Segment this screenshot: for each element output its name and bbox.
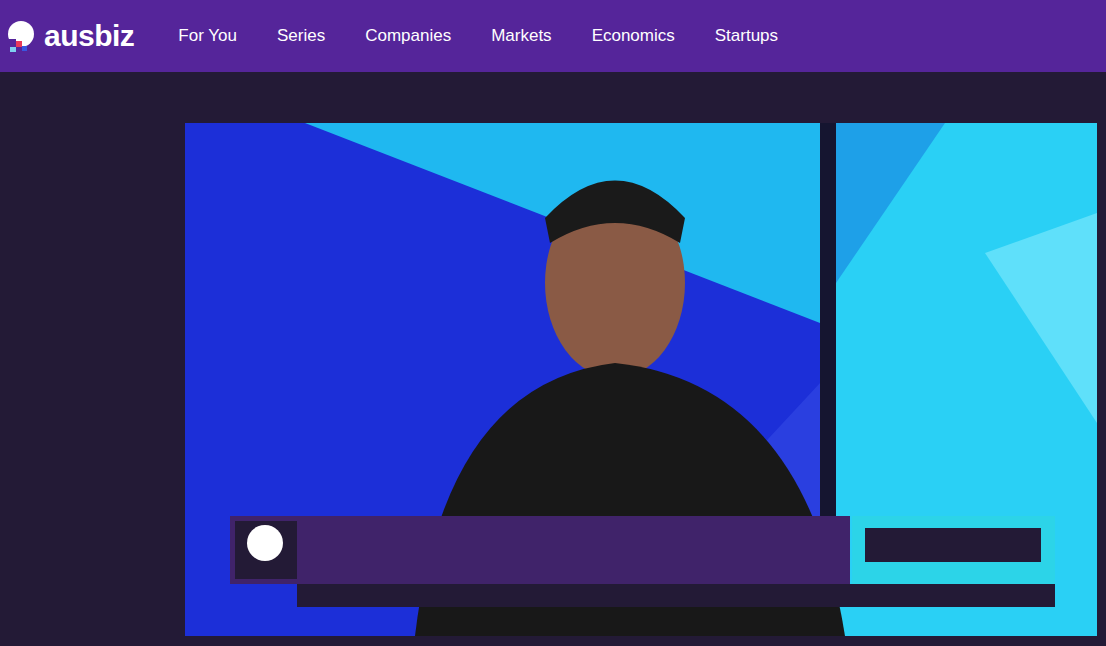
ausbiz-logo-icon bbox=[4, 19, 38, 53]
nav-item[interactable]: Markets bbox=[491, 20, 551, 52]
nav-menu: For You Series Companies Markets Economics St… bbox=[178, 20, 818, 52]
top-bar: ausbiz For You Series Companies Markets Econ… bbox=[0, 0, 1106, 72]
video-player[interactable] bbox=[185, 123, 1097, 636]
nav-item[interactable]: Startups bbox=[715, 20, 778, 52]
nav-item[interactable]: For You bbox=[178, 20, 237, 52]
nav-item[interactable]: Economics bbox=[592, 20, 675, 52]
logo-text: ausbiz bbox=[44, 19, 134, 53]
content bbox=[0, 72, 1106, 636]
logo[interactable]: ausbiz bbox=[4, 19, 134, 53]
nav-item[interactable]: Companies bbox=[365, 20, 451, 52]
nav-item[interactable]: Series bbox=[277, 20, 325, 52]
